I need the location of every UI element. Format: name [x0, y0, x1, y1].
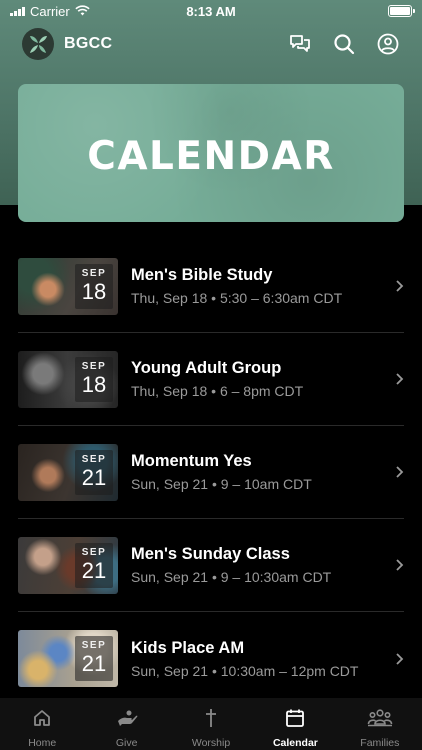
brand-name: BGCC: [64, 35, 113, 52]
chat-icon[interactable]: [288, 32, 312, 56]
date-month: SEP: [81, 453, 107, 465]
event-datetime: Sun, Sep 21 • 9 – 10am CDT: [131, 476, 312, 492]
profile-icon[interactable]: [376, 32, 400, 56]
chevron-right-icon: [390, 652, 404, 666]
date-badge: SEP 21: [75, 636, 113, 681]
date-month: SEP: [81, 640, 107, 651]
event-item[interactable]: SEP 21 Momentum Yes Sun, Sep 21 • 9 – 10…: [18, 426, 404, 519]
tab-label: Worship: [191, 737, 231, 749]
tab-give[interactable]: Give: [84, 698, 168, 750]
date-month: SEP: [81, 360, 107, 372]
status-left: Carrier: [10, 4, 150, 19]
cross-icon: [201, 708, 221, 733]
event-item[interactable]: SEP 18 Men's Bible Study Thu, Sep 18 • 5…: [18, 240, 404, 333]
families-icon: [367, 708, 393, 733]
battery-icon: [388, 5, 415, 17]
chevron-right-icon: [390, 279, 404, 293]
event-item[interactable]: SEP 18 Young Adult Group Thu, Sep 18 • 6…: [18, 333, 404, 426]
tab-label: Home: [28, 737, 57, 749]
tab-label: Families: [360, 737, 400, 749]
event-title: Kids Place AM: [131, 638, 245, 657]
carrier-label: Carrier: [30, 3, 70, 19]
date-badge: SEP 18: [75, 356, 113, 402]
event-datetime: Sun, Sep 21 • 9 – 10:30am CDT: [131, 569, 332, 585]
event-datetime: Sun, Sep 21 • 10:30am – 12pm CDT: [131, 662, 359, 679]
logo[interactable]: [22, 28, 54, 60]
event-title: Momentum Yes: [131, 452, 252, 470]
event-datetime: Thu, Sep 18 • 6 – 8pm CDT: [131, 383, 304, 399]
date-day: 21: [81, 651, 107, 676]
event-item[interactable]: SEP 21 Men's Sunday Class Sun, Sep 21 • …: [18, 519, 404, 612]
date-day: 21: [81, 557, 107, 583]
chevron-right-icon: [390, 372, 404, 386]
give-icon: [116, 708, 138, 733]
chevron-right-icon: [390, 465, 404, 479]
hero-title: CALENDAR: [87, 133, 335, 179]
date-day: 21: [81, 464, 107, 490]
event-thumbnail: SEP 18: [18, 350, 118, 408]
date-month: SEP: [81, 267, 107, 279]
signal-icon: [10, 6, 25, 16]
chevron-right-icon: [390, 558, 404, 572]
tab-bar: Home Give Worship Calendar Families: [0, 698, 422, 750]
app-header: BGCC: [0, 26, 422, 62]
event-thumbnail: SEP 21: [18, 443, 118, 501]
date-day: 18: [81, 371, 107, 397]
date-badge: SEP 21: [75, 542, 113, 588]
event-thumbnail: SEP 18: [18, 257, 118, 315]
calendar-hero-banner: CALENDAR: [18, 84, 404, 222]
tab-families[interactable]: Families: [338, 698, 422, 750]
date-month: SEP: [81, 546, 107, 558]
tab-calendar[interactable]: Calendar: [253, 698, 337, 750]
event-datetime: Thu, Sep 18 • 5:30 – 6:30am CDT: [131, 290, 343, 306]
event-item[interactable]: SEP 21 Kids Place AM Sun, Sep 21 • 10:30…: [18, 612, 404, 705]
event-thumbnail: SEP 21: [18, 630, 118, 687]
event-list: SEP 18 Men's Bible Study Thu, Sep 18 • 5…: [18, 240, 404, 705]
tab-home[interactable]: Home: [0, 698, 84, 750]
tab-worship[interactable]: Worship: [169, 698, 253, 750]
tab-label: Calendar: [272, 737, 318, 749]
event-title: Young Adult Group: [131, 359, 282, 377]
event-title: Men's Bible Study: [131, 266, 273, 284]
event-thumbnail: SEP 21: [18, 536, 118, 594]
search-icon[interactable]: [332, 32, 356, 56]
tab-label: Give: [115, 737, 138, 749]
date-badge: SEP 18: [75, 263, 113, 309]
date-day: 18: [81, 278, 107, 304]
leaf-logo-icon: [30, 36, 47, 53]
wifi-icon: [75, 4, 90, 19]
calendar-icon: [285, 708, 305, 733]
date-badge: SEP 21: [75, 449, 113, 495]
home-icon: [32, 708, 52, 733]
status-time: 8:13 AM: [186, 3, 236, 19]
event-title: Men's Sunday Class: [131, 545, 290, 563]
status-bar: Carrier 8:13 AM: [0, 0, 422, 22]
